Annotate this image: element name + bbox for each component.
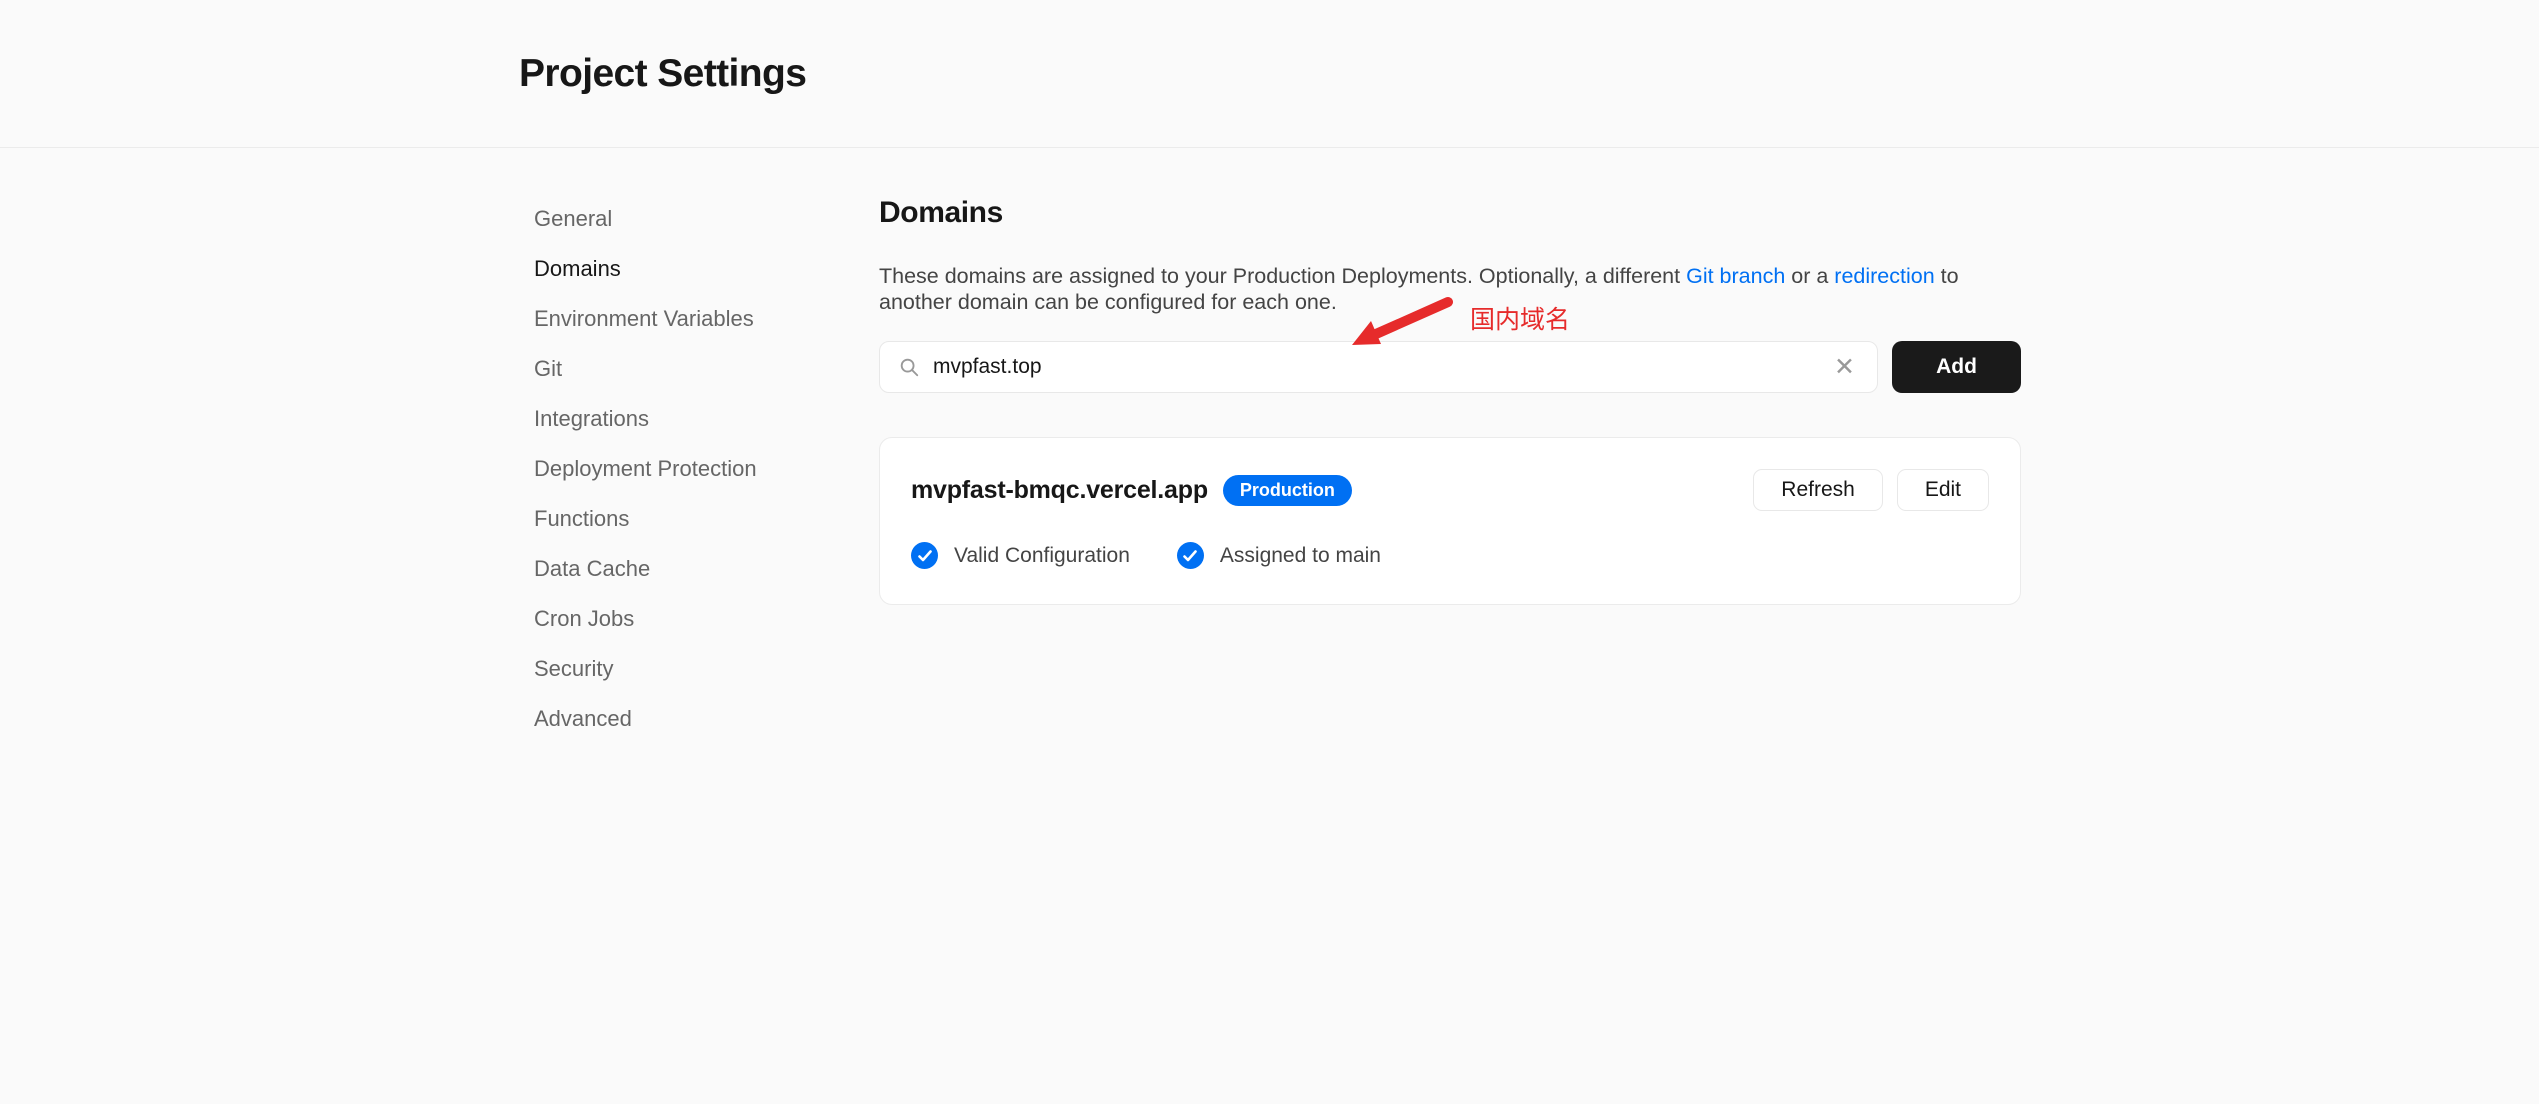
sidebar-item-environment-variables[interactable]: Environment Variables: [534, 307, 834, 330]
domain-search-row: mvpfast.top ✕ Add: [879, 341, 2021, 393]
sidebar-item-data-cache[interactable]: Data Cache: [534, 557, 834, 580]
sidebar-item-functions[interactable]: Functions: [534, 507, 834, 530]
sidebar-item-advanced[interactable]: Advanced: [534, 707, 834, 730]
git-branch-link[interactable]: Git branch: [1686, 264, 1785, 288]
clear-search-icon[interactable]: ✕: [1830, 355, 1859, 380]
sidebar-item-general[interactable]: General: [534, 207, 834, 230]
redirection-link[interactable]: redirection: [1834, 264, 1934, 288]
domain-actions: Refresh Edit: [1753, 469, 1989, 511]
add-domain-button[interactable]: Add: [1892, 341, 2021, 393]
main-panel: Domains These domains are assigned to yo…: [879, 148, 2021, 757]
domain-card: mvpfast-bmqc.vercel.app Production Refre…: [879, 437, 2021, 605]
status-item: Assigned to main: [1177, 542, 1381, 569]
check-circle-icon: [1177, 542, 1204, 569]
page-title: Project Settings: [519, 52, 806, 96]
domain-search-input[interactable]: mvpfast.top ✕: [879, 341, 1878, 393]
status-item: Valid Configuration: [911, 542, 1130, 569]
section-description: These domains are assigned to your Produ…: [879, 263, 2009, 315]
search-icon: [898, 356, 920, 378]
status-label: Valid Configuration: [954, 544, 1130, 568]
description-text: These domains are assigned to your Produ…: [879, 264, 1686, 288]
content-area: General Domains Environment Variables Git In…: [0, 148, 2539, 757]
edit-button[interactable]: Edit: [1897, 469, 1989, 511]
production-badge: Production: [1223, 475, 1352, 506]
sidebar-item-integrations[interactable]: Integrations: [534, 407, 834, 430]
sidebar-list: General Domains Environment Variables Git In…: [534, 207, 834, 730]
status-label: Assigned to main: [1220, 544, 1381, 568]
domain-status-row: Valid Configuration Assigned to main: [911, 542, 1989, 569]
search-input-value[interactable]: mvpfast.top: [933, 355, 1817, 379]
sidebar-item-security[interactable]: Security: [534, 657, 834, 680]
sidebar-item-git[interactable]: Git: [534, 357, 834, 380]
domain-info: mvpfast-bmqc.vercel.app Production: [911, 475, 1352, 506]
settings-sidebar: General Domains Environment Variables Git In…: [534, 148, 834, 757]
description-text: or a: [1785, 264, 1834, 288]
section-heading: Domains: [879, 196, 2021, 230]
refresh-button[interactable]: Refresh: [1753, 469, 1883, 511]
sidebar-item-domains[interactable]: Domains: [534, 257, 834, 280]
sidebar-item-cron-jobs[interactable]: Cron Jobs: [534, 607, 834, 630]
page-header: Project Settings: [0, 0, 2539, 148]
sidebar-item-deployment-protection[interactable]: Deployment Protection: [534, 457, 834, 480]
check-circle-icon: [911, 542, 938, 569]
domain-name: mvpfast-bmqc.vercel.app: [911, 476, 1208, 505]
domain-card-header: mvpfast-bmqc.vercel.app Production Refre…: [911, 469, 1989, 511]
